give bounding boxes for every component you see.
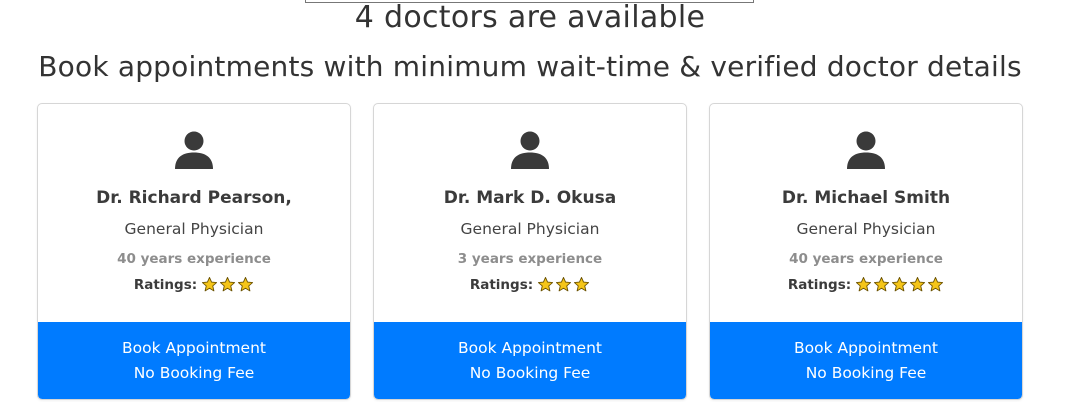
book-appointment-button[interactable]: Book Appointment No Booking Fee <box>38 322 350 399</box>
book-appointment-button[interactable]: Book Appointment No Booking Fee <box>710 322 1022 399</box>
doctors-count-title: 4 doctors are available <box>354 0 706 35</box>
doctor-name: Dr. Mark D. Okusa <box>443 188 617 208</box>
page-subtitle: Book appointments with minimum wait-time… <box>38 50 1022 83</box>
doctor-listing-page: 4 doctors are available Book appointment… <box>0 0 1087 402</box>
rating-stars <box>201 276 254 293</box>
doctor-experience: 40 years experience <box>789 251 943 267</box>
book-button-label: Book Appointment <box>121 338 266 357</box>
rating-stars <box>537 276 590 293</box>
doctor-specialty: General Physician <box>460 220 600 238</box>
ratings-label: Ratings: <box>787 276 852 293</box>
star-icon <box>574 276 590 292</box>
book-appointment-button[interactable]: Book Appointment No Booking Fee <box>374 322 686 399</box>
doctor-specialty: General Physician <box>796 220 936 238</box>
star-icon <box>928 276 944 292</box>
doctor-card: Dr. Michael Smith General Physician 40 y… <box>709 103 1023 400</box>
doctor-name: Dr. Richard Pearson, <box>96 188 292 208</box>
doctor-ratings: Ratings: <box>374 276 686 293</box>
user-icon <box>175 131 213 169</box>
doctor-ratings: Ratings: <box>38 276 350 293</box>
star-icon <box>874 276 890 292</box>
star-icon <box>538 276 554 292</box>
booking-fee-label: No Booking Fee <box>133 363 255 382</box>
doctor-ratings: Ratings: <box>710 276 1022 293</box>
doctor-specialty: General Physician <box>124 220 264 238</box>
star-icon <box>892 276 908 292</box>
booking-fee-label: No Booking Fee <box>469 363 591 382</box>
rating-stars <box>855 276 944 293</box>
doctor-cards: Dr. Richard Pearson, General Physician 4… <box>37 103 1023 400</box>
doctor-name: Dr. Michael Smith <box>781 188 951 208</box>
star-icon <box>238 276 254 292</box>
ratings-label: Ratings: <box>133 276 198 293</box>
star-icon <box>202 276 218 292</box>
star-icon <box>856 276 872 292</box>
doctor-card: Dr. Richard Pearson, General Physician 4… <box>37 103 351 400</box>
user-icon <box>847 131 885 169</box>
doctor-card: Dr. Mark D. Okusa General Physician 3 ye… <box>373 103 687 400</box>
star-icon <box>910 276 926 292</box>
book-button-label: Book Appointment <box>793 338 938 357</box>
booking-fee-label: No Booking Fee <box>805 363 927 382</box>
doctor-experience: 3 years experience <box>457 251 603 267</box>
star-icon <box>556 276 572 292</box>
ratings-label: Ratings: <box>469 276 534 293</box>
book-button-label: Book Appointment <box>457 338 602 357</box>
star-icon <box>220 276 236 292</box>
doctor-experience: 40 years experience <box>117 251 271 267</box>
user-icon <box>511 131 549 169</box>
